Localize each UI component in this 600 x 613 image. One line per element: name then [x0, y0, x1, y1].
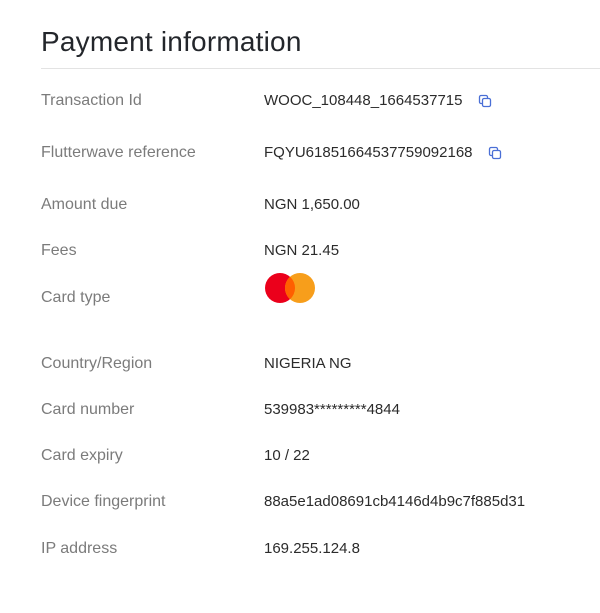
transaction-id-value: WOOC_108448_1664537715 [264, 92, 463, 109]
amount-due-label: Amount due [41, 196, 128, 213]
title-divider [41, 68, 600, 69]
country-region-row: Country/Region NIGERIA NG [41, 352, 600, 376]
device-fingerprint-label: Device fingerprint [41, 493, 166, 510]
card-number-label: Card number [41, 401, 135, 418]
flutterwave-reference-value-wrap: FQYU618516645377590921​68 [264, 141, 503, 165]
fees-value: NGN 21.45 [264, 242, 340, 259]
country-region-value: NIGERIA NG [264, 355, 352, 372]
transaction-id-label: Transaction Id [41, 92, 142, 109]
fees-row: Fees NGN 21.45 [41, 239, 600, 263]
page-title: Payment information [41, 26, 302, 57]
country-region-label: Country/Region [41, 355, 153, 372]
flutterwave-reference-row: Flutterwave reference FQYU61851664537759… [41, 141, 600, 165]
flutterwave-reference-label: Flutterwave reference [41, 144, 196, 161]
card-expiry-value: 10 / 22 [264, 447, 310, 464]
amount-due-value: NGN 1,650.00 [264, 196, 360, 213]
card-number-row: Card number 539983*********4844 [41, 398, 600, 422]
card-type-label: Card type [41, 289, 111, 306]
flutterwave-reference-value: FQYU618516645377590921​68 [264, 144, 473, 161]
amount-due-row: Amount due NGN 1,650.00 [41, 193, 600, 217]
card-expiry-row: Card expiry 10 / 22 [41, 444, 600, 468]
ip-address-value: 169.255.124.8 [264, 540, 360, 557]
card-type-row: Card type [41, 273, 600, 310]
transaction-id-row: Transaction Id WOOC_108448_1664537715 [41, 89, 600, 113]
payment-information-panel: Payment information Transaction Id WOOC_… [41, 0, 600, 613]
ip-address-row: IP address 169.255.124.8 [41, 537, 600, 561]
device-fingerprint-value: 88a5e1ad08691cb4146d4b9c7f885d31 [264, 493, 526, 510]
ip-address-label: IP address [41, 540, 118, 557]
transaction-id-value-wrap: WOOC_108448_1664537715 [264, 89, 493, 113]
card-expiry-label: Card expiry [41, 447, 123, 464]
device-fingerprint-row: Device fingerprint 88a5e1ad08691cb4146d4… [41, 490, 600, 514]
copy-icon[interactable] [487, 145, 503, 161]
card-number-value: 539983*********4844 [264, 401, 400, 418]
fees-label: Fees [41, 242, 77, 259]
mastercard-logo-icon [265, 273, 315, 303]
copy-icon[interactable] [477, 93, 493, 109]
